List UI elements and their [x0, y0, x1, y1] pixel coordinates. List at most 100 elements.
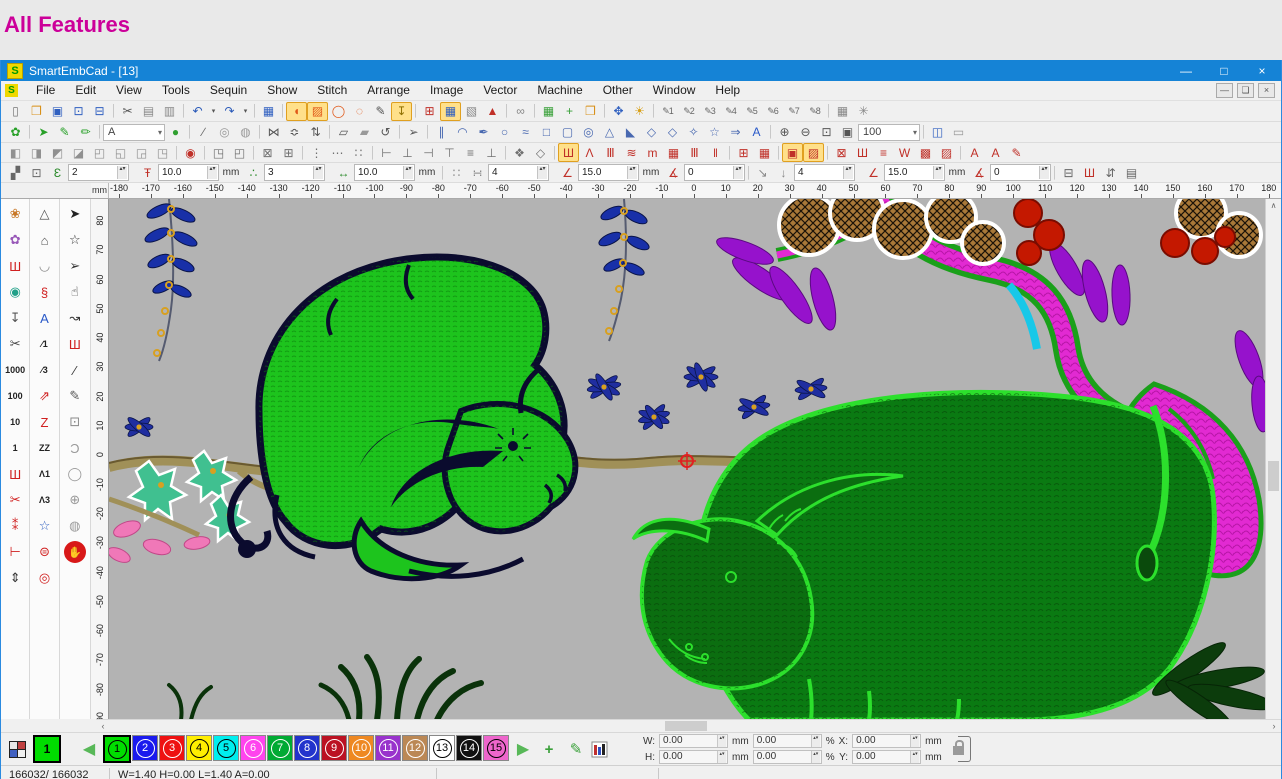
toolbar-icon[interactable] [251, 103, 258, 120]
column-stitch-icon[interactable]: Ⅲ [600, 143, 621, 162]
cross-lattice-icon[interactable]: ⊠ [831, 143, 852, 162]
options-window-icon[interactable]: ▦ [258, 102, 279, 121]
connector-icon[interactable]: ⊕ [61, 487, 88, 513]
flower-position-icon[interactable]: ❀ [2, 201, 29, 227]
exclude-icon[interactable]: ◪ [68, 143, 89, 162]
node-select-icon[interactable]: ➢ [61, 253, 88, 279]
fill-circle-icon[interactable]: ⊜ [31, 539, 58, 565]
unlock-icon[interactable]: ⊞ [278, 143, 299, 162]
slash-pen-icon[interactable]: ✎ [1006, 143, 1027, 162]
texture-fill-icon[interactable]: ▨ [936, 143, 957, 162]
angle4-icon[interactable]: ∡ [969, 163, 990, 182]
color-15[interactable]: 15 [483, 735, 509, 761]
param-control[interactable] [129, 164, 137, 181]
height-input[interactable]: 0.00 [659, 750, 728, 764]
jump-10-icon[interactable]: 10 [2, 409, 29, 435]
needle-2-icon[interactable]: ✎2 [678, 102, 699, 121]
border-clef-icon[interactable]: § [31, 279, 58, 305]
toolbar-icon[interactable] [279, 103, 286, 120]
param-control[interactable] [325, 164, 333, 181]
tatami-fill-icon[interactable]: ▨ [307, 102, 328, 121]
sort-icon[interactable]: ⇵ [1100, 163, 1121, 182]
thread-chart-icon[interactable] [591, 741, 608, 758]
aspect-lock[interactable] [945, 736, 971, 762]
applique-a2-icon[interactable]: A [985, 143, 1006, 162]
zigzag-input-icon[interactable]: Z [31, 409, 58, 435]
arc-icon[interactable]: ◠ [452, 123, 473, 142]
mdi-control[interactable]: — [1216, 83, 1233, 98]
diamond2-icon[interactable]: ◇ [662, 123, 683, 142]
param-control[interactable]: mm [639, 163, 663, 182]
export-design-icon[interactable]: ⊡ [68, 102, 89, 121]
image-icon[interactable]: ▧ [461, 102, 482, 121]
cut-icon[interactable]: ✂ [117, 102, 138, 121]
pipe-stitch-icon[interactable]: Ⅲ [684, 143, 705, 162]
scissors-trim-icon[interactable]: ✂ [2, 331, 29, 357]
angle-icon[interactable]: ∠ [557, 163, 578, 182]
stitch-length-icon[interactable]: ↔ [333, 163, 354, 182]
menu-item[interactable]: Vector [473, 81, 527, 100]
color-5[interactable]: 5 [213, 735, 239, 761]
minimize-button[interactable]: — [1167, 60, 1205, 81]
param-control[interactable] [439, 164, 446, 181]
menu-item[interactable]: File [26, 81, 65, 100]
bezier-pen-icon[interactable]: ✒ [473, 123, 494, 142]
complex-fill-icon[interactable]: ▞ [5, 163, 26, 182]
stamp-fill-icon[interactable]: ▩ [915, 143, 936, 162]
color-12[interactable]: 12 [402, 735, 428, 761]
angle4-spinner[interactable]: 0 [990, 164, 1051, 181]
color-1[interactable]: 1 [103, 735, 131, 763]
palette-prev-button[interactable]: ◀ [78, 738, 100, 760]
offset2-icon[interactable]: ↓ [773, 163, 794, 182]
run-outline-icon[interactable]: ◯ [328, 102, 349, 121]
angle2-icon[interactable]: ∡ [663, 163, 684, 182]
stitch-length-spinner[interactable]: 10.0 [354, 164, 415, 181]
toolbar-icon[interactable] [396, 124, 403, 141]
vspacing-icon[interactable]: ⇕ [2, 565, 29, 591]
stitch-red-icon[interactable]: Ш [1079, 163, 1100, 182]
group-icon[interactable]: ❖ [509, 143, 530, 162]
grid-icon[interactable]: ⊞ [419, 102, 440, 121]
angle3-spinner[interactable]: 15.0 [884, 164, 945, 181]
wheel-circle-icon[interactable]: ◎ [31, 565, 58, 591]
motif-outline-icon[interactable]: ◌ [349, 102, 370, 121]
needle-3-icon[interactable]: ✎3 [699, 102, 720, 121]
zigzag-width-icon[interactable]: Ш [2, 253, 29, 279]
param-control[interactable] [855, 164, 863, 181]
sequin-needle-icon[interactable]: ↧ [391, 102, 412, 121]
density-spinner[interactable]: 10.0 [158, 164, 219, 181]
vertical-scroll-thumb[interactable] [1268, 461, 1279, 491]
toolbar-icon[interactable] [173, 144, 180, 161]
pattern-fill2-icon[interactable]: ▨ [803, 143, 824, 162]
needle-insert-icon[interactable]: ↧ [2, 305, 29, 331]
scroll-right-arrow[interactable]: › [1267, 720, 1281, 733]
horizontal-scrollbar[interactable]: ‹ › [96, 719, 1281, 732]
menu-item[interactable]: Other [593, 81, 643, 100]
color-9[interactable]: 9 [321, 735, 347, 761]
toolbar-icon[interactable] [824, 144, 831, 161]
jump-1000-icon[interactable]: 1000 [2, 357, 29, 383]
e-param-icon[interactable]: Ɛ [47, 163, 68, 182]
tbar-icon[interactable]: ⊢ [2, 539, 29, 565]
menu-item[interactable]: Stitch [307, 81, 357, 100]
angle-spinner[interactable]: 15.0 [578, 164, 639, 181]
color-3[interactable]: 3 [159, 735, 185, 761]
flip-icon[interactable]: ⇅ [305, 123, 326, 142]
x-input[interactable]: 0.00 [852, 734, 921, 748]
skew-icon[interactable]: ▱ [333, 123, 354, 142]
clamp-icon[interactable]: Ɔ [61, 435, 88, 461]
notes-icon[interactable]: ▤ [1121, 163, 1142, 182]
closed-shape-icon[interactable]: ⌂ [31, 227, 58, 253]
toolbar-icon[interactable] [650, 103, 657, 120]
grid-stitch-icon[interactable]: ⊞ [733, 143, 754, 162]
star-template-icon[interactable]: ☆ [31, 513, 58, 539]
zoom-combo[interactable]: 100 [858, 124, 920, 141]
mesh-stitch-icon[interactable]: ▦ [754, 143, 775, 162]
scroll-up-arrow[interactable]: ∧ [1266, 199, 1281, 213]
lamp-icon[interactable]: ☀ [629, 102, 650, 121]
spiral-icon[interactable]: ◎ [578, 123, 599, 142]
four-star-icon[interactable]: ✧ [683, 123, 704, 142]
curve-icon[interactable]: ≈ [515, 123, 536, 142]
design-folder-icon[interactable]: ❒ [580, 102, 601, 121]
pencil-icon[interactable]: ✎ [370, 102, 391, 121]
